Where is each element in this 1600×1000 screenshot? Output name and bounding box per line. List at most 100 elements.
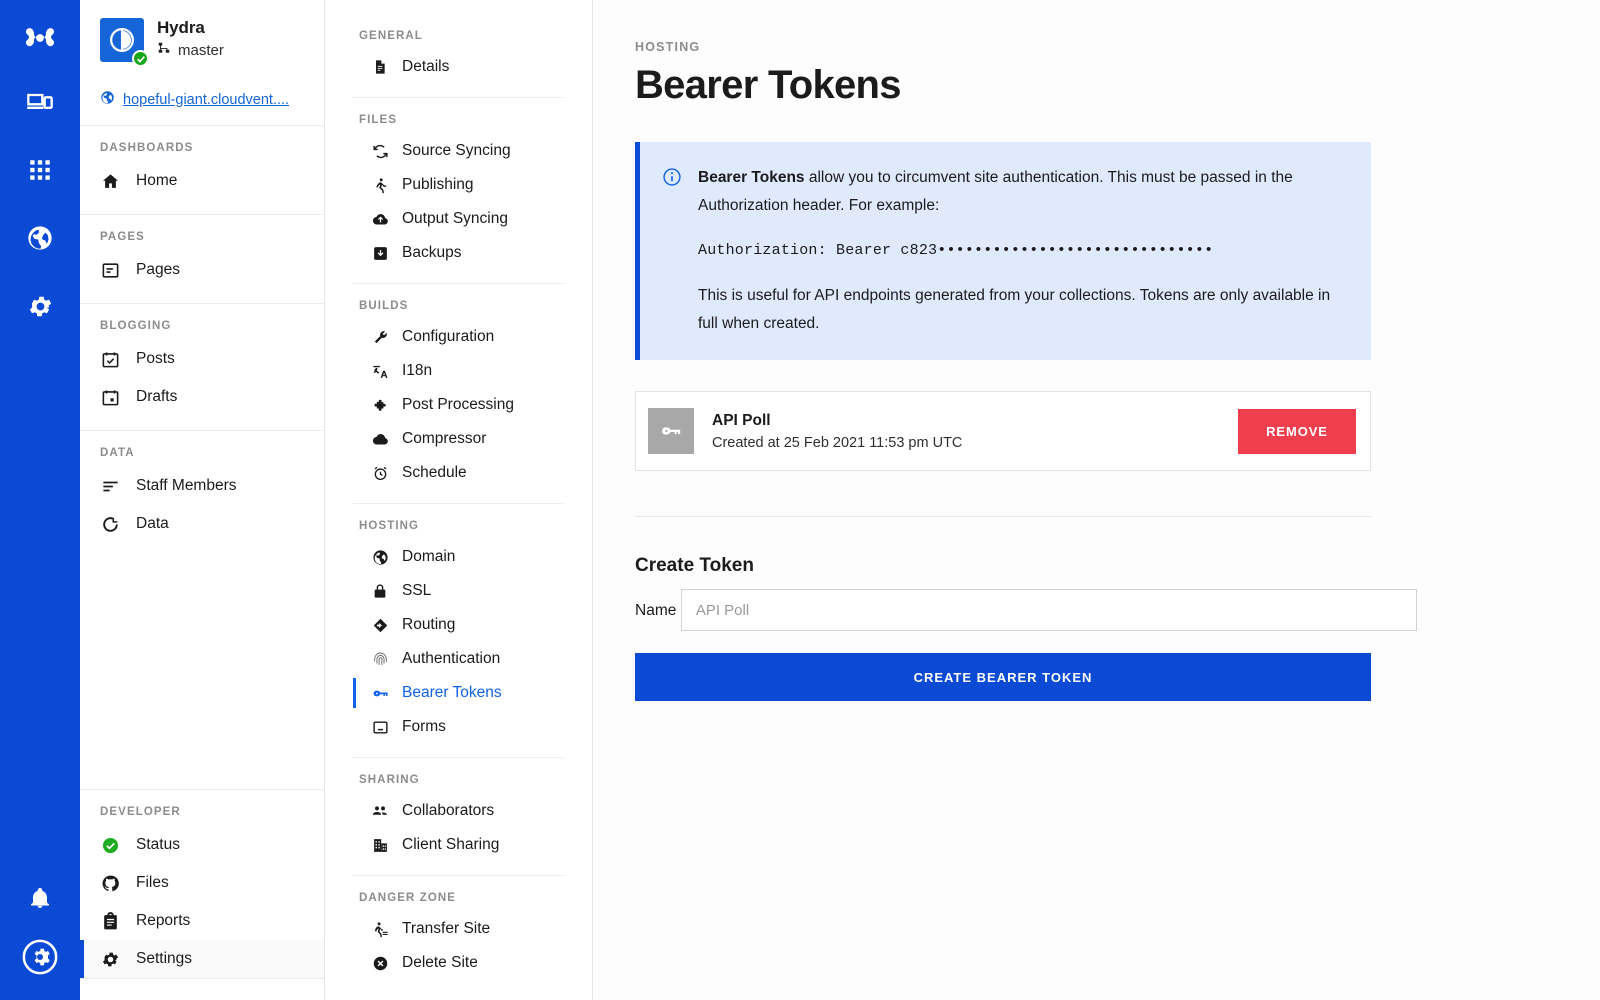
sidebar-item-label: Files <box>136 874 169 891</box>
settings-item-client-sharing[interactable]: Client Sharing <box>353 828 564 862</box>
building-icon <box>371 836 389 854</box>
sidebar-item-label: Data <box>136 515 169 532</box>
settings-item-output-syncing[interactable]: Output Syncing <box>353 202 564 236</box>
settings-item-label: I18n <box>402 362 433 379</box>
sidebar-group-label: BLOGGING <box>100 320 172 332</box>
settings-item-publishing[interactable]: Publishing <box>353 168 564 202</box>
list-icon <box>100 476 120 496</box>
settings-group-label: HOSTING <box>359 520 420 532</box>
sidebar-item-data[interactable]: Data <box>80 505 324 543</box>
key-icon <box>371 684 389 702</box>
apps-grid-icon[interactable] <box>0 136 80 204</box>
settings-item-label: Output Syncing <box>402 210 508 227</box>
sidebar-item-files[interactable]: Files <box>80 864 324 902</box>
remove-token-button[interactable]: REMOVE <box>1238 408 1356 454</box>
branch-icon <box>157 41 171 59</box>
settings-item-label: Source Syncing <box>402 142 511 159</box>
brand-logo[interactable] <box>0 0 80 68</box>
create-token-title: Create Token <box>635 555 754 576</box>
settings-item-compressor[interactable]: Compressor <box>353 422 564 456</box>
settings-item-source-syncing[interactable]: Source Syncing <box>353 134 564 168</box>
name-field-label: Name <box>635 601 677 619</box>
sidebar-item-label: Reports <box>136 912 191 929</box>
settings-item-label: Schedule <box>402 464 467 481</box>
settings-item-forms[interactable]: Forms <box>353 710 564 744</box>
settings-item-post-processing[interactable]: Post Processing <box>353 388 564 422</box>
settings-item-domain[interactable]: Domain <box>353 540 564 574</box>
settings-item-authentication[interactable]: Authentication <box>353 642 564 676</box>
lock-icon <box>371 582 389 600</box>
create-bearer-token-button[interactable]: CREATE BEARER TOKEN <box>635 653 1371 701</box>
settings-item-routing[interactable]: Routing <box>353 608 564 642</box>
settings-group-general: GENERAL Details <box>353 30 564 97</box>
sidebar-group-blogging: BLOGGING Posts Drafts <box>80 303 324 430</box>
sidebar-item-drafts[interactable]: Drafts <box>80 378 324 416</box>
settings-group-label: SHARING <box>359 774 420 786</box>
sidebar-item-label: Drafts <box>136 388 178 405</box>
sidebar-item-label: Status <box>136 836 180 853</box>
sidebar-item-status[interactable]: Status <box>80 826 324 864</box>
sidebar-item-pages[interactable]: Pages <box>80 251 324 289</box>
primary-icon-rail <box>0 0 80 1000</box>
site-url-label: hopeful-giant.cloudvent.... <box>123 91 290 108</box>
sidebar-group-data: DATA Staff Members Data <box>80 430 324 557</box>
settings-group-hosting: HOSTING Domain SSL Routing Authenticatio… <box>353 503 564 757</box>
people-icon <box>371 802 389 820</box>
settings-item-label: Backups <box>402 244 462 261</box>
gear-icon[interactable] <box>0 272 80 340</box>
token-name-input[interactable] <box>680 589 1417 631</box>
cloud-icon <box>371 430 389 448</box>
settings-item-details[interactable]: Details <box>353 50 564 84</box>
sidebar-item-posts[interactable]: Posts <box>80 340 324 378</box>
settings-item-label: Forms <box>402 718 446 735</box>
sidebar-group-label: PAGES <box>100 231 145 243</box>
settings-item-i18n[interactable]: I18n <box>353 354 564 388</box>
settings-item-ssl[interactable]: SSL <box>353 574 564 608</box>
settings-item-label: Collaborators <box>402 802 495 819</box>
sidebar-bottom-stub <box>80 978 324 1000</box>
settings-item-configuration[interactable]: Configuration <box>353 320 564 354</box>
settings-item-backups[interactable]: Backups <box>353 236 564 270</box>
settings-item-transfer-site[interactable]: Transfer Site <box>353 912 564 946</box>
sidebar-item-home[interactable]: Home <box>80 162 324 200</box>
site-header: Hydra master <box>80 0 324 76</box>
settings-item-label: Authentication <box>402 650 501 667</box>
settings-item-label: Client Sharing <box>402 836 500 853</box>
status-check-icon <box>100 835 120 855</box>
sidebar-item-settings[interactable]: Settings <box>80 940 324 978</box>
settings-item-label: Post Processing <box>402 396 514 413</box>
publish-icon <box>371 176 389 194</box>
sidebar-group-label: DASHBOARDS <box>100 142 194 154</box>
settings-item-delete-site[interactable]: Delete Site <box>353 946 564 980</box>
info-circle-icon <box>662 164 682 338</box>
document-icon <box>371 58 389 76</box>
settings-group-sharing: SHARING Collaborators Client Sharing <box>353 757 564 875</box>
sidebar-item-label: Home <box>136 172 178 189</box>
sidebar-item-reports[interactable]: Reports <box>80 902 324 940</box>
settings-item-label: Details <box>402 58 450 75</box>
sidebar-item-label: Settings <box>136 950 193 967</box>
authorization-header-example: Authorization: Bearer c823••••••••••••••… <box>698 242 1214 259</box>
settings-item-schedule[interactable]: Schedule <box>353 456 564 490</box>
settings-group-files: FILES Source Syncing Publishing Output S… <box>353 97 564 283</box>
settings-item-label: Routing <box>402 616 456 633</box>
devices-icon[interactable] <box>0 68 80 136</box>
token-list-item: API Poll Created at 25 Feb 2021 11:53 pm… <box>635 391 1371 471</box>
account-avatar-icon[interactable] <box>0 932 80 1000</box>
settings-item-bearer-tokens[interactable]: Bearer Tokens <box>353 676 564 710</box>
settings-item-label: Configuration <box>402 328 495 345</box>
sidebar-group-developer: DEVELOPER Status Files Reports Settings <box>80 789 324 978</box>
settings-item-collaborators[interactable]: Collaborators <box>353 794 564 828</box>
settings-group-label: DANGER ZONE <box>359 892 457 904</box>
site-url-link[interactable]: hopeful-giant.cloudvent.... <box>80 76 324 109</box>
donut-icon <box>100 514 120 534</box>
inbox-icon <box>371 718 389 736</box>
settings-group-label: FILES <box>359 114 398 126</box>
info-banner-lead: Bearer Tokens allow you to circumvent si… <box>698 164 1345 220</box>
gear-icon <box>100 949 120 969</box>
sidebar-item-label: Posts <box>136 350 175 367</box>
sidebar-item-staff-members[interactable]: Staff Members <box>80 467 324 505</box>
bell-icon[interactable] <box>0 864 80 932</box>
globe-icon[interactable] <box>0 204 80 272</box>
token-created-at: Created at 25 Feb 2021 11:53 pm UTC <box>712 434 963 451</box>
